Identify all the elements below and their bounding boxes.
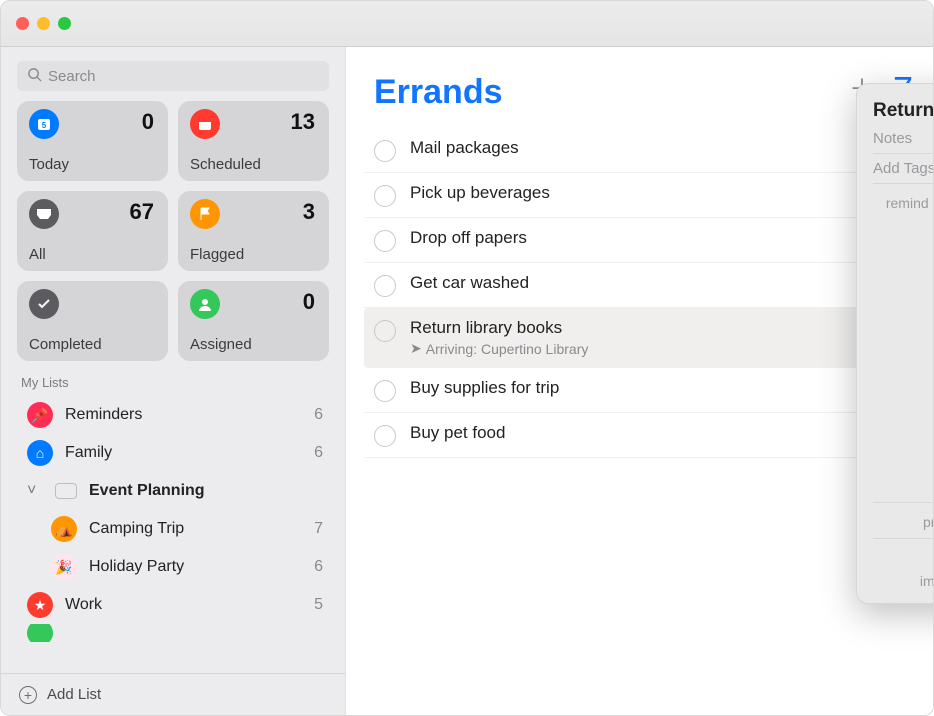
house-icon: ⌂ <box>27 440 53 466</box>
assigned-count: 0 <box>303 289 315 315</box>
my-lists-header: My Lists <box>1 371 345 396</box>
list-label: Work <box>65 596 102 614</box>
list-count: 6 <box>314 444 323 462</box>
list-count: 6 <box>314 406 323 424</box>
list-count: 7 <box>314 520 323 538</box>
add-list-button[interactable]: + Add List <box>1 673 345 715</box>
reminder-subtitle: ➤Arriving: Cupertino Library <box>410 340 905 357</box>
list-count: 5 <box>314 596 323 614</box>
reminder-row[interactable]: Get car washed <box>364 263 915 308</box>
reminder-title: Pick up beverages <box>410 183 905 203</box>
priority-label: priority <box>873 511 934 530</box>
list-label: Camping Trip <box>89 520 184 538</box>
calendar-today-icon: 5 <box>29 109 59 139</box>
tags-field[interactable]: Add Tags <box>873 154 934 184</box>
reminder-checkbox[interactable] <box>374 320 396 342</box>
list-count: 6 <box>314 558 323 576</box>
flag-icon <box>190 199 220 229</box>
close-window-button[interactable] <box>16 17 29 30</box>
main-content: ＋ 7 Errands Mail packages Pick up bevera… <box>346 47 933 715</box>
reminder-checkbox[interactable] <box>374 380 396 402</box>
popover-title[interactable]: Return library books <box>873 100 934 122</box>
list-family[interactable]: ⌂ Family 6 <box>5 434 341 472</box>
list-holiday-party[interactable]: 🎉 Holiday Party 6 <box>5 548 341 586</box>
list-label: Family <box>65 444 112 462</box>
folder-label: Event Planning <box>89 482 205 500</box>
reminder-title: Buy pet food <box>410 423 905 443</box>
smart-list-today[interactable]: 5 0 Today <box>17 101 168 181</box>
scheduled-label: Scheduled <box>190 156 261 173</box>
pin-icon: 📌 <box>27 402 53 428</box>
url-label: URL <box>873 547 934 566</box>
person-icon <box>190 289 220 319</box>
window-titlebar <box>1 1 933 47</box>
today-label: Today <box>29 156 69 173</box>
list-camping-trip[interactable]: ⛺ Camping Trip 7 <box>5 510 341 548</box>
search-icon <box>27 67 42 86</box>
reminder-details-popover: Return library books Notes Add Tags remi… <box>856 83 934 604</box>
reminder-checkbox[interactable] <box>374 185 396 207</box>
plus-icon: + <box>19 686 37 704</box>
reminders-window: Search 5 0 Today 13 Scheduled 67 All <box>0 0 934 716</box>
tray-icon <box>29 199 59 229</box>
checkmark-icon <box>29 289 59 319</box>
folder-icon <box>55 483 77 499</box>
tent-icon: ⛺ <box>51 516 77 542</box>
reminder-checkbox[interactable] <box>374 230 396 252</box>
reminder-title: Get car washed <box>410 273 905 293</box>
list-label: Reminders <box>65 406 142 424</box>
svg-text:5: 5 <box>42 121 47 130</box>
smart-list-completed[interactable]: Completed <box>17 281 168 361</box>
smart-list-flagged[interactable]: 3 Flagged <box>178 191 329 271</box>
reminder-title: Drop off papers <box>410 228 905 248</box>
all-label: All <box>29 246 46 263</box>
reminder-row[interactable]: Mail packages <box>364 128 915 173</box>
flagged-label: Flagged <box>190 246 244 263</box>
today-count: 0 <box>142 109 154 135</box>
zoom-window-button[interactable] <box>58 17 71 30</box>
smart-list-scheduled[interactable]: 13 Scheduled <box>178 101 329 181</box>
list-label: Holiday Party <box>89 558 184 576</box>
search-placeholder: Search <box>48 68 96 85</box>
sidebar: Search 5 0 Today 13 Scheduled 67 All <box>1 47 346 715</box>
reminder-checkbox[interactable] <box>374 425 396 447</box>
list-reminders[interactable]: 📌 Reminders 6 <box>5 396 341 434</box>
reminder-title: Buy supplies for trip <box>410 378 905 398</box>
reminder-row[interactable]: Buy supplies for trip <box>364 368 915 413</box>
reminder-row[interactable]: Buy pet food <box>364 413 915 458</box>
reminder-row[interactable]: Pick up beverages <box>364 173 915 218</box>
smart-list-all[interactable]: 67 All <box>17 191 168 271</box>
list-title: Errands <box>346 47 933 128</box>
party-icon: 🎉 <box>51 554 77 580</box>
search-field[interactable]: Search <box>17 61 329 91</box>
notes-field[interactable]: Notes <box>873 124 934 154</box>
scheduled-count: 13 <box>291 109 315 135</box>
reminder-checkbox[interactable] <box>374 275 396 297</box>
images-label: images <box>873 570 934 589</box>
folder-event-planning[interactable]: ˅ Event Planning <box>5 472 341 510</box>
location-arrow-icon: ➤ <box>410 340 422 357</box>
assigned-label: Assigned <box>190 336 252 353</box>
reminder-checkbox[interactable] <box>374 140 396 162</box>
chevron-down-icon[interactable]: ˅ <box>27 482 39 500</box>
list-partial[interactable] <box>5 624 341 642</box>
add-list-label: Add List <box>47 686 101 703</box>
reminder-row-selected[interactable]: Return library books ➤Arriving: Cupertino… <box>364 308 915 368</box>
all-count: 67 <box>130 199 154 225</box>
reminder-title: Mail packages <box>410 138 905 158</box>
reminder-row[interactable]: Drop off papers <box>364 218 915 263</box>
smart-list-assigned[interactable]: 0 Assigned <box>178 281 329 361</box>
star-icon: ★ <box>27 592 53 618</box>
flagged-count: 3 <box>303 199 315 225</box>
list-work[interactable]: ★ Work 5 <box>5 586 341 624</box>
calendar-icon <box>190 109 220 139</box>
reminder-title: Return library books <box>410 318 905 338</box>
completed-label: Completed <box>29 336 102 353</box>
minimize-window-button[interactable] <box>37 17 50 30</box>
list-icon <box>27 624 53 642</box>
remind-me-label: remind me <box>873 192 934 211</box>
